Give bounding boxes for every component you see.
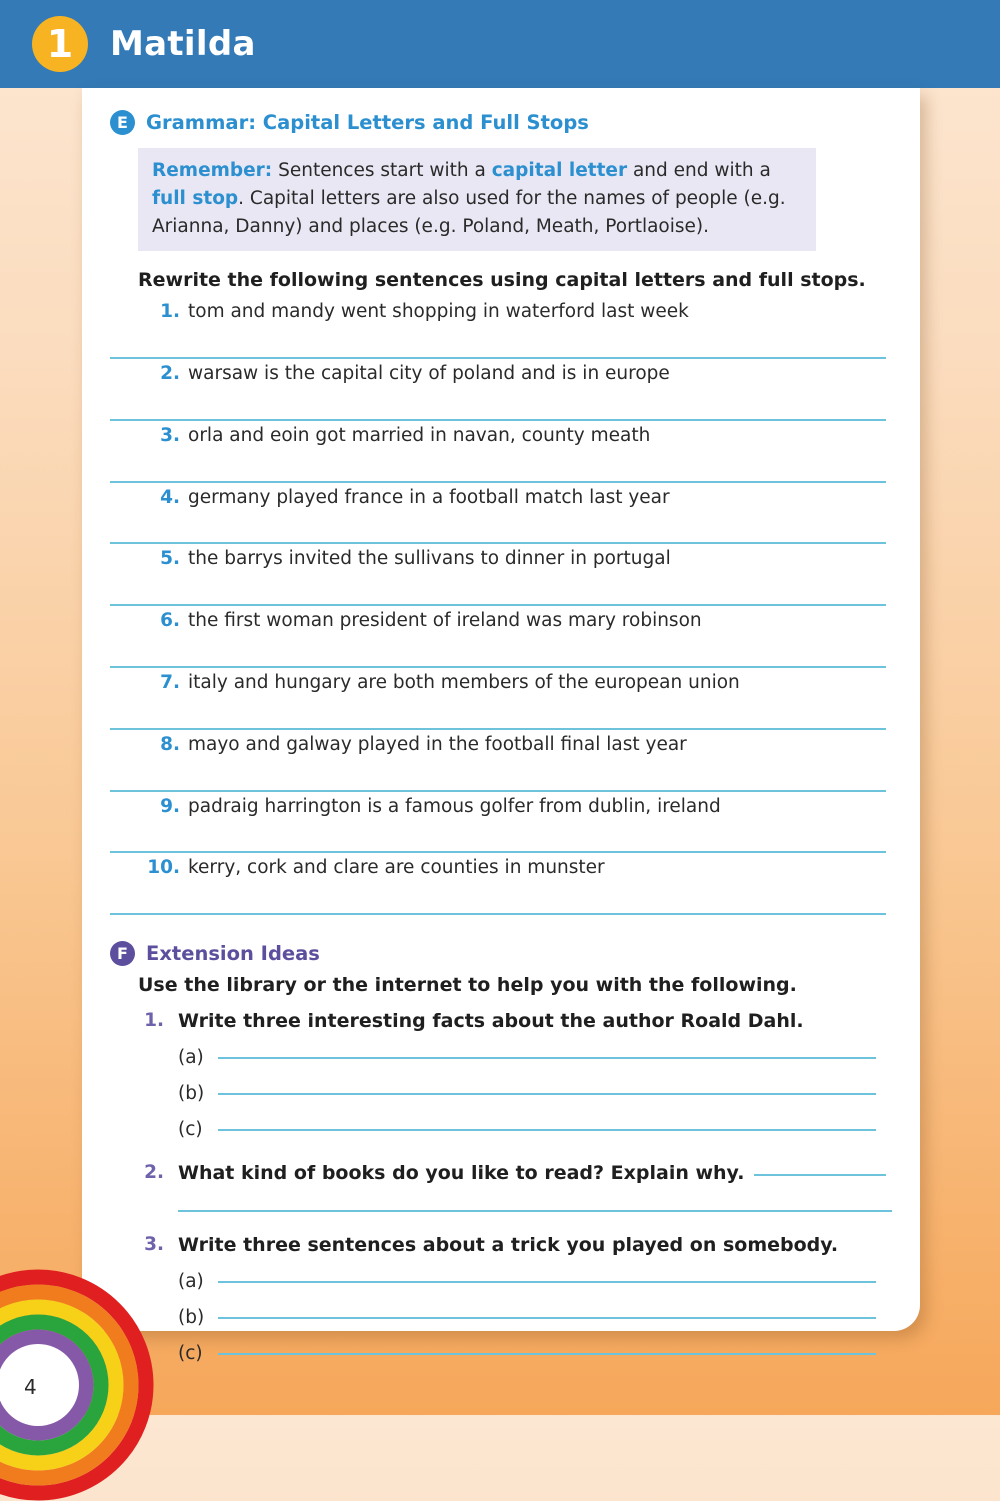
extension-question-text: What kind of books do you like to read? … (178, 1162, 745, 1185)
sub-label: (b) (178, 1083, 205, 1105)
extension-subline[interactable]: (b) (178, 1083, 886, 1104)
extension-question: Write three sentences about a trick you … (178, 1234, 886, 1256)
rewrite-sentence: the first woman president of ireland was… (188, 610, 702, 632)
rewrite-row[interactable]: 9. padraig harrington is a famous golfer… (110, 792, 886, 854)
extension-number: 3. (144, 1234, 164, 1256)
chapter-banner: 1 Matilda (0, 0, 1000, 88)
worksheet-card: E Grammar: Capital Letters and Full Stop… (82, 88, 920, 1364)
sub-label: (c) (178, 1119, 203, 1141)
remember-highlight-capital-letter: capital letter (491, 160, 628, 181)
sub-label: (a) (178, 1047, 204, 1069)
rewrite-list: 1. tom and mandy went shopping in waterf… (110, 297, 886, 916)
rewrite-number: 10. (147, 857, 180, 879)
rewrite-row[interactable]: 4. germany played france in a football m… (110, 483, 886, 545)
chapter-number-badge: 1 (32, 16, 88, 72)
rewrite-row[interactable]: 3. orla and eoin got married in navan, c… (110, 421, 886, 483)
extension-subline[interactable]: (a) (178, 1047, 886, 1068)
rewrite-number: 2. (160, 363, 180, 385)
rewrite-sentence: padraig harrington is a famous golfer fr… (188, 795, 721, 817)
rewrite-row[interactable]: 2. warsaw is the capital city of poland … (110, 359, 886, 421)
section-e-title: Grammar: Capital Letters and Full Stops (146, 111, 589, 134)
section-f-badge: F (110, 941, 135, 967)
rewrite-number: 3. (160, 424, 180, 446)
answer-rule[interactable] (218, 1317, 876, 1320)
extension-subline[interactable]: (b) (178, 1307, 886, 1328)
rewrite-number: 5. (160, 548, 180, 570)
extension-question-text: Write three interesting facts about the … (178, 1010, 804, 1033)
section-e-badge: E (110, 110, 135, 135)
answer-rule[interactable] (754, 1174, 886, 1177)
remember-part1: Sentences start with a (272, 160, 492, 181)
rewrite-sentence: kerry, cork and clare are counties in mu… (188, 857, 605, 879)
rewrite-number: 6. (160, 610, 180, 632)
page-number: 4 (24, 1375, 37, 1399)
rewrite-number: 8. (160, 733, 180, 755)
rewrite-number: 9. (160, 795, 180, 817)
section-e-header: E Grammar: Capital Letters and Full Stop… (110, 110, 886, 135)
rewrite-row[interactable]: 5. the barrys invited the sullivans to d… (110, 544, 886, 607)
extension-item: 1. Write three interesting facts about t… (110, 1010, 886, 1140)
rewrite-sentence: germany played france in a football matc… (188, 486, 670, 508)
chapter-title: Matilda (110, 24, 256, 64)
rewrite-number: 1. (160, 301, 180, 323)
extension-item: 3. Write three sentences about a trick y… (110, 1234, 886, 1364)
rewrite-row[interactable]: 6. the first woman president of ireland … (110, 606, 886, 669)
section-f-title: Extension Ideas (146, 942, 320, 966)
rewrite-sentence: the barrys invited the sullivans to dinn… (188, 548, 671, 570)
rewrite-row[interactable]: 10. kerry, cork and clare are counties i… (110, 853, 886, 916)
rewrite-number: 7. (160, 672, 180, 694)
answer-rule[interactable] (178, 1210, 892, 1213)
answer-rule[interactable] (218, 1093, 876, 1096)
remember-part3: . Capital letters are also used for the … (152, 187, 786, 237)
extension-subline[interactable]: (a) (178, 1271, 886, 1292)
extension-number: 2. (144, 1162, 164, 1184)
remember-highlight-full-stop: full stop (152, 187, 239, 209)
rewrite-row[interactable]: 1. tom and mandy went shopping in waterf… (110, 297, 886, 360)
answer-rule[interactable] (218, 1353, 876, 1356)
remember-box: Remember: Sentences start with a capital… (138, 148, 816, 252)
sub-label: (c) (178, 1343, 203, 1365)
rewrite-sentence: tom and mandy went shopping in waterford… (188, 301, 689, 323)
remember-label: Remember: (152, 160, 273, 181)
extension-subline[interactable]: (c) (178, 1119, 886, 1140)
extension-subline[interactable]: (c) (178, 1343, 886, 1364)
sub-label: (b) (178, 1307, 205, 1329)
extension-question: What kind of books do you like to read? … (178, 1162, 886, 1184)
rewrite-sentence: orla and eoin got married in navan, coun… (188, 424, 651, 446)
extension-question: Write three interesting facts about the … (178, 1010, 886, 1032)
answer-rule[interactable] (218, 1129, 876, 1132)
answer-rule[interactable] (218, 1057, 876, 1060)
rewrite-instruction: Rewrite the following sentences using ca… (138, 269, 866, 292)
rewrite-number: 4. (160, 486, 180, 508)
section-f-header: F Extension Ideas (110, 941, 886, 967)
section-f: F Extension Ideas Use the library or the… (110, 941, 892, 1364)
sub-label: (a) (178, 1271, 204, 1293)
extension-question-text: Write three sentences about a trick you … (178, 1234, 839, 1257)
rewrite-row[interactable]: 8. mayo and galway played in the footbal… (110, 730, 886, 792)
rewrite-row[interactable]: 7. italy and hungary are both members of… (110, 668, 886, 730)
answer-rule[interactable] (218, 1281, 876, 1284)
extension-intro: Use the library or the internet to help … (138, 974, 797, 997)
rewrite-sentence: warsaw is the capital city of poland and… (188, 363, 670, 385)
rewrite-sentence: italy and hungary are both members of th… (188, 672, 740, 694)
rewrite-sentence: mayo and galway played in the football f… (188, 733, 687, 755)
extension-item: 2. What kind of books do you like to rea… (110, 1162, 892, 1213)
remember-part2: and end with a (627, 160, 771, 181)
extension-number: 1. (144, 1010, 164, 1032)
